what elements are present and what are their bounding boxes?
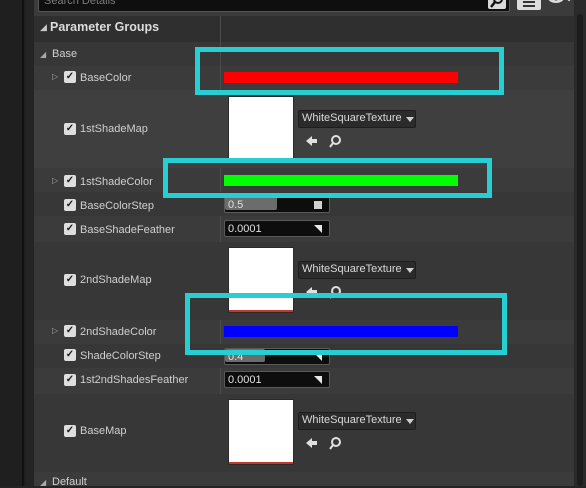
override-checkbox[interactable]: ✓ (64, 374, 76, 386)
search-input[interactable]: Search Details (44, 0, 464, 9)
param-label: 2ndShadeColor (80, 326, 157, 338)
search-button[interactable] (488, 0, 506, 9)
override-checkbox[interactable]: ✓ (64, 175, 76, 187)
texture-dropdown-value: WhiteSquareTexture (302, 112, 402, 124)
override-checkbox[interactable]: ✓ (64, 199, 76, 211)
override-checkbox[interactable]: ✓ (64, 71, 76, 83)
param-label: 1stShadeMap (80, 123, 148, 135)
numeric-value: 0.0001 (228, 223, 262, 235)
use-selected-arrow-icon[interactable] (304, 134, 318, 151)
param-label: 1st2ndShadesFeather (80, 374, 189, 386)
override-checkbox[interactable]: ✓ (64, 349, 76, 361)
collapse-arrow-icon[interactable]: ◢ (40, 22, 47, 33)
param-label: 1stShadeColor (80, 176, 153, 188)
group-label-default: Default (52, 476, 87, 488)
resize-handle-icon (314, 375, 322, 384)
expand-arrow-icon[interactable]: ▷ (52, 326, 58, 335)
visibility-button[interactable] (546, 0, 574, 10)
param-label: BaseShadeFeather (80, 224, 175, 236)
param-label: 2ndShadeMap (80, 274, 152, 286)
texture-thumbnail[interactable] (228, 399, 294, 465)
chevron-down-icon (406, 117, 414, 122)
resize-handle-icon (314, 224, 322, 233)
numeric-value: 0.5 (228, 199, 244, 211)
param-label: ShadeColorStep (80, 350, 161, 362)
highlight-box (163, 158, 492, 198)
search-icon (490, 0, 503, 8)
param-label: BaseMap (80, 425, 127, 437)
left-panel-divider (22, 0, 24, 486)
eye-icon (548, 0, 571, 3)
collapse-arrow-icon[interactable]: ◢ (40, 50, 46, 59)
override-checkbox[interactable]: ✓ (64, 425, 76, 437)
highlight-box (195, 47, 504, 95)
browse-search-icon[interactable] (328, 436, 342, 453)
list-icon (523, 1, 535, 7)
chevron-down-icon (406, 268, 414, 273)
texture-underline (229, 462, 293, 464)
override-checkbox[interactable]: ✓ (64, 325, 76, 337)
chevron-down-icon (406, 419, 414, 424)
default-group-header[interactable] (34, 472, 574, 486)
resize-handle-icon (314, 200, 322, 209)
param-label: BaseColorStep (80, 200, 154, 212)
texture-dropdown-value: WhiteSquareTexture (302, 414, 402, 426)
override-checkbox[interactable]: ✓ (64, 223, 76, 235)
override-checkbox[interactable]: ✓ (64, 274, 76, 286)
view-options-button[interactable] (517, 0, 541, 10)
override-checkbox[interactable]: ✓ (64, 123, 76, 135)
param-label: BaseColor (80, 72, 132, 84)
scrollbar-thumb[interactable] (577, 14, 583, 486)
section-title: Parameter Groups (50, 20, 160, 34)
numeric-value: 0.0001 (228, 374, 262, 386)
highlight-box (185, 293, 507, 355)
texture-dropdown-value: WhiteSquareTexture (302, 263, 402, 275)
expand-arrow-icon[interactable]: ▷ (52, 72, 58, 81)
group-label-base: Base (52, 48, 78, 60)
texture-thumbnail[interactable] (228, 96, 294, 162)
use-selected-arrow-icon[interactable] (304, 436, 318, 453)
browse-search-icon[interactable] (328, 134, 342, 151)
expand-arrow-icon[interactable]: ▷ (52, 176, 58, 185)
